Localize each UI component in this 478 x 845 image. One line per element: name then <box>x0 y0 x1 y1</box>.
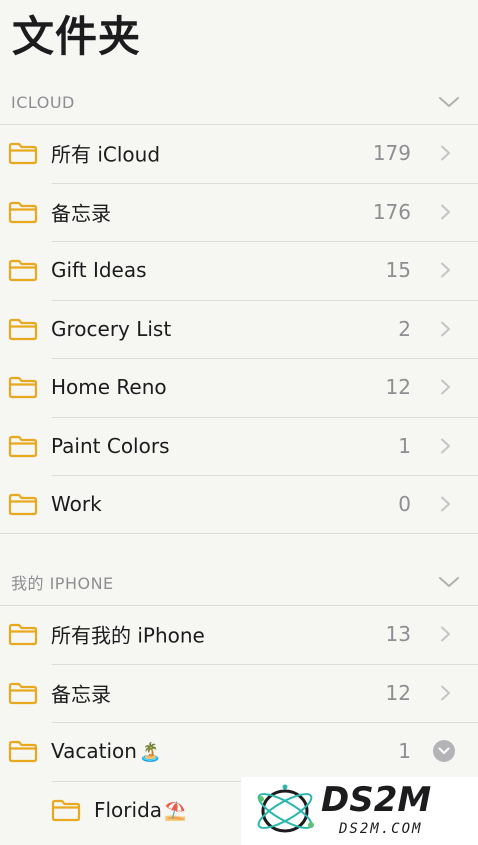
folder-icon <box>8 258 38 282</box>
chevron-right-icon <box>440 626 451 643</box>
folder-name-text: 备忘录 <box>51 201 111 226</box>
watermark-logo: DS2M DS2M.COM <box>241 777 478 845</box>
chevron-down-icon[interactable] <box>438 575 460 589</box>
folder-row[interactable]: 备忘录 176 <box>0 182 478 242</box>
folder-count: 12 <box>385 680 411 705</box>
section-header-iphone[interactable]: 我的 IPHONE <box>0 562 478 602</box>
folder-name-text: 备忘录 <box>51 682 111 707</box>
chevron-down-icon[interactable] <box>438 95 460 109</box>
folder-icon <box>51 798 81 822</box>
row-separator <box>0 124 478 125</box>
folder-row[interactable]: 所有 iCloud 179 <box>0 124 478 183</box>
folder-icon <box>8 434 38 458</box>
folder-row[interactable]: Paint Colors 1 <box>0 416 478 476</box>
folder-row[interactable]: Work 0 <box>0 475 478 534</box>
folder-name: Work <box>51 492 102 516</box>
section-header-icloud[interactable]: ICLOUD <box>0 82 478 122</box>
folder-row[interactable]: Vacation 🏝️ 1 <box>0 722 478 781</box>
folder-emoji: ⛱️ <box>164 800 187 822</box>
folder-icon <box>8 681 38 705</box>
folder-name-text: Grocery List <box>51 316 172 341</box>
folder-name-text: 所有 iCloud <box>51 142 161 167</box>
folder-list-icloud: 所有 iCloud 179 备忘录 176 Gift Ideas 15 Grocery Li… <box>0 124 478 534</box>
section-title-iphone: 我的 IPHONE <box>11 574 114 593</box>
folder-name-text: Paint Colors <box>51 433 170 458</box>
folder-name: 备忘录 <box>51 197 111 226</box>
chevron-right-icon <box>440 320 451 337</box>
folder-row[interactable]: 所有我的 iPhone 13 <box>0 605 478 664</box>
folder-count: 13 <box>385 622 411 647</box>
folder-count: 176 <box>372 199 411 224</box>
row-separator <box>52 299 478 301</box>
folder-name: 所有 iCloud <box>51 139 160 168</box>
folder-name-text: Florida <box>94 797 163 822</box>
folder-name: Florida ⛱️ <box>94 798 186 822</box>
chevron-right-icon <box>440 379 451 396</box>
folder-icon <box>8 375 38 399</box>
folder-icon <box>8 200 38 224</box>
row-separator <box>52 663 478 665</box>
folder-count: 15 <box>385 258 411 283</box>
folder-count: 1 <box>398 739 411 764</box>
folder-count: 2 <box>398 316 411 341</box>
folder-icon <box>8 141 38 165</box>
folder-count: 0 <box>398 492 411 517</box>
folder-name-text: Home Reno <box>51 375 167 400</box>
row-separator <box>52 358 478 359</box>
folder-name-text: Vacation <box>51 739 137 764</box>
folder-name: Paint Colors <box>51 434 170 458</box>
svg-text:DS2M: DS2M <box>321 780 431 820</box>
section-divider <box>0 533 478 534</box>
folder-row[interactable]: 备忘录 12 <box>0 663 478 723</box>
folder-name-text: 所有我的 iPhone <box>51 623 205 648</box>
expand-toggle-icon[interactable] <box>433 740 455 763</box>
folder-icon <box>8 739 38 763</box>
chevron-right-icon <box>440 262 451 279</box>
folder-row[interactable]: Home Reno 12 <box>0 358 478 417</box>
section-title-icloud: ICLOUD <box>11 92 75 112</box>
folder-name: Home Reno <box>51 375 167 399</box>
chevron-right-icon <box>440 203 451 220</box>
folder-name: 所有我的 iPhone <box>51 620 205 649</box>
chevron-right-icon <box>440 145 451 162</box>
row-separator <box>52 241 478 242</box>
folder-count: 179 <box>372 141 411 166</box>
folder-row[interactable]: Gift Ideas 15 <box>0 241 478 300</box>
page-title: 文件夹 <box>12 12 142 61</box>
chevron-right-icon <box>440 496 451 513</box>
folder-name: 备忘录 <box>51 678 111 707</box>
folder-count: 1 <box>398 433 411 458</box>
folder-row[interactable]: Grocery List 2 <box>0 299 478 359</box>
chevron-right-icon <box>440 684 451 701</box>
folder-icon <box>8 622 38 646</box>
row-separator <box>52 722 478 723</box>
folder-icon <box>8 492 38 516</box>
row-separator <box>52 475 478 476</box>
row-separator <box>52 416 478 418</box>
chevron-right-icon <box>440 437 451 454</box>
folder-name-text: Work <box>51 492 102 517</box>
row-separator <box>0 605 478 606</box>
folder-name: Grocery List <box>51 317 171 341</box>
folder-icon <box>8 317 38 341</box>
folder-name: Vacation 🏝️ <box>51 739 161 763</box>
folder-name: Gift Ideas <box>51 258 147 282</box>
folder-name-text: Gift Ideas <box>51 258 147 283</box>
row-separator <box>52 182 478 184</box>
folder-count: 12 <box>385 375 411 400</box>
svg-text:DS2M.COM: DS2M.COM <box>338 821 422 837</box>
folder-emoji: 🏝️ <box>138 742 162 764</box>
